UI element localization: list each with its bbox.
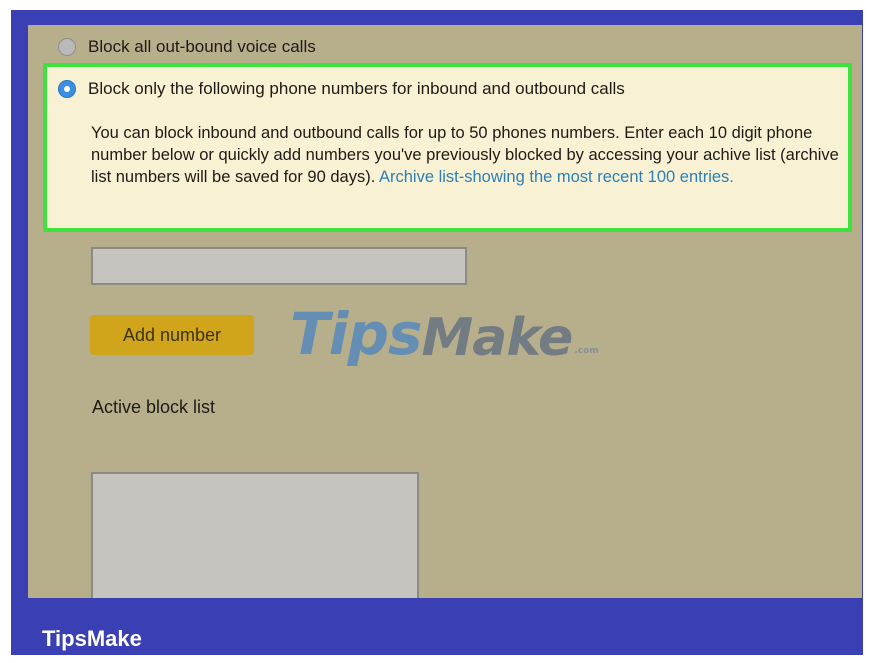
radio-button-selected-icon[interactable] — [58, 80, 76, 98]
tipsmake-watermark-logo: Tips Make .com — [290, 300, 599, 368]
watermark-com: .com — [574, 346, 599, 356]
archive-list-link[interactable]: Archive list-showing the most recent 100… — [379, 168, 734, 186]
active-block-listbox[interactable] — [91, 472, 419, 598]
phone-number-input[interactable] — [91, 247, 467, 285]
active-block-list-heading: Active block list — [92, 397, 216, 417]
radio-label-block-following: Block only the following phone numbers f… — [88, 79, 625, 98]
radio-option-block-following[interactable]: Block only the following phone numbers f… — [58, 79, 625, 99]
watermark-tips: Tips — [290, 300, 422, 368]
watermark-make: Make — [421, 308, 573, 368]
radio-button-unselected-icon[interactable] — [58, 38, 76, 56]
radio-label-block-outbound: Block all out-bound voice calls — [88, 37, 316, 56]
add-number-button[interactable]: Add number — [90, 315, 254, 355]
radio-option-block-outbound[interactable]: Block all out-bound voice calls — [58, 37, 316, 57]
option-description: You can block inbound and outbound calls… — [91, 122, 851, 188]
settings-panel: Block all out-bound voice calls Block on… — [28, 25, 862, 598]
tipsmake-brand-label: TipsMake — [42, 626, 142, 651]
